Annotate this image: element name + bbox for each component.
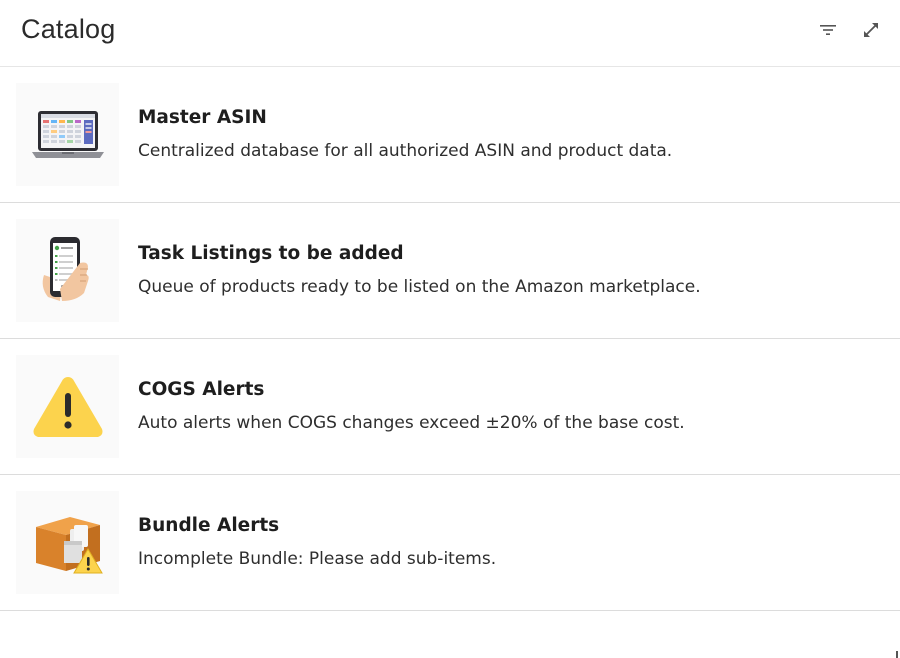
item-thumbnail (16, 83, 119, 186)
item-title: Master ASIN (138, 107, 267, 128)
page-title: Catalog (21, 14, 116, 44)
item-description: Auto alerts when COGS changes exceed ±20… (138, 413, 685, 433)
warning-icon (33, 376, 102, 437)
item-description: Centralized database for all authorized … (138, 141, 673, 161)
item-thumbnail (16, 355, 119, 458)
expand-icon (864, 23, 878, 37)
item-thumbnail (16, 491, 119, 594)
item-title: Task Listings to be added (138, 243, 404, 264)
item-title: Bundle Alerts (138, 515, 280, 536)
list-item-cogs-alerts[interactable]: COGS Alerts Auto alerts when COGS change… (0, 339, 900, 475)
item-description: Queue of products ready to be listed on … (138, 277, 701, 297)
catalog-header: Catalog (0, 0, 900, 67)
expand-button[interactable] (858, 17, 884, 43)
box-warning-icon (35, 516, 103, 573)
item-title: COGS Alerts (138, 379, 265, 400)
phone-checklist-icon (42, 236, 89, 301)
list-item-task-listings[interactable]: Task Listings to be added Queue of produ… (0, 203, 900, 339)
laptop-icon (31, 110, 104, 158)
resize-corner-icon (889, 651, 898, 658)
filter-icon (820, 25, 836, 35)
item-description: Incomplete Bundle: Please add sub-items. (138, 549, 497, 569)
list-item-bundle-alerts[interactable]: Bundle Alerts Incomplete Bundle: Please … (0, 475, 900, 611)
list-item-master-asin[interactable]: Master ASIN Centralized database for all… (0, 67, 900, 203)
item-thumbnail (16, 219, 119, 322)
resize-handle[interactable] (888, 645, 898, 658)
filter-button[interactable] (815, 17, 841, 43)
